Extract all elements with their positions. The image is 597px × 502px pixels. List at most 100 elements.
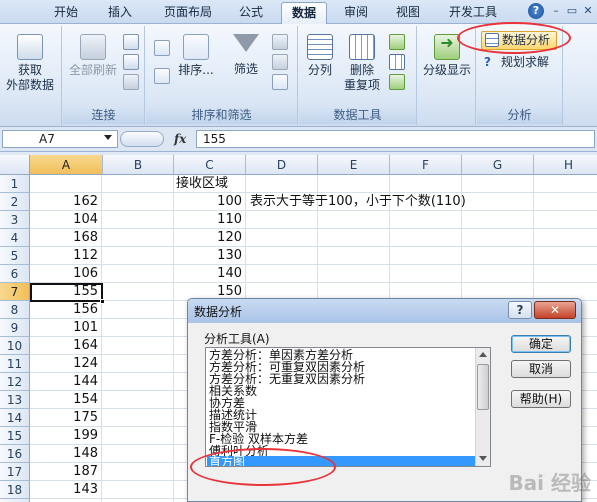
insert-function-icon[interactable]: fx bbox=[174, 132, 186, 146]
edit-links-icon[interactable] bbox=[123, 74, 139, 90]
cell-c2[interactable]: 100 bbox=[174, 193, 246, 211]
cell-c5[interactable]: 130 bbox=[174, 247, 246, 265]
dialog-title-bar[interactable]: 数据分析 ? ✕ bbox=[188, 299, 581, 323]
cell-a2[interactable]: 162 bbox=[30, 193, 102, 211]
row-header[interactable]: 5 bbox=[0, 247, 30, 265]
list-scrollbar[interactable] bbox=[475, 348, 490, 466]
clear-filter-icon[interactable] bbox=[272, 34, 288, 50]
tab-formulas[interactable]: 公式 bbox=[229, 2, 273, 24]
cell-a14[interactable]: 175 bbox=[30, 409, 102, 427]
ok-button[interactable]: 确定 bbox=[511, 335, 571, 353]
outline-button[interactable]: ➜ 分级显示 bbox=[420, 34, 474, 78]
remove-duplicates-button[interactable]: 删除 重复项 bbox=[341, 34, 383, 93]
cell-a16[interactable]: 148 bbox=[30, 445, 102, 463]
column-header-c[interactable]: C bbox=[174, 155, 246, 175]
cancel-button[interactable]: 取消 bbox=[511, 360, 571, 378]
row-header[interactable]: 9 bbox=[0, 319, 30, 337]
tab-insert[interactable]: 插入 bbox=[98, 2, 142, 24]
row-header[interactable]: 6 bbox=[0, 265, 30, 283]
row-header[interactable]: 15 bbox=[0, 427, 30, 445]
row-header[interactable]: 2 bbox=[0, 193, 30, 211]
name-box[interactable]: A7 bbox=[2, 130, 118, 148]
row-header[interactable]: 4 bbox=[0, 229, 30, 247]
row-header[interactable]: 10 bbox=[0, 337, 30, 355]
column-header-a[interactable]: A bbox=[30, 155, 103, 175]
row-header[interactable]: 8 bbox=[0, 301, 30, 319]
text-to-columns-button[interactable]: 分列 bbox=[301, 34, 339, 78]
formula-input[interactable]: 155 bbox=[196, 130, 595, 148]
close-icon[interactable]: ✕ bbox=[580, 3, 596, 19]
fill-handle[interactable] bbox=[100, 299, 105, 304]
select-all-corner[interactable] bbox=[0, 155, 30, 175]
cell-a3[interactable]: 104 bbox=[30, 211, 102, 229]
minimize-icon[interactable]: – bbox=[548, 3, 564, 19]
dialog-close-icon[interactable]: ✕ bbox=[534, 301, 576, 319]
cell-a13[interactable]: 154 bbox=[30, 391, 102, 409]
reapply-icon[interactable] bbox=[272, 54, 288, 70]
formula-bar-toggle[interactable] bbox=[120, 131, 164, 147]
cell-a12[interactable]: 144 bbox=[30, 373, 102, 391]
row-header[interactable]: 13 bbox=[0, 391, 30, 409]
column-header-b[interactable]: B bbox=[103, 155, 174, 175]
row-header-selected[interactable]: 7 bbox=[0, 283, 30, 301]
column-header-e[interactable]: E bbox=[318, 155, 390, 175]
list-item-selected[interactable]: 直方图 bbox=[207, 456, 475, 466]
data-validation-icon[interactable] bbox=[389, 34, 405, 50]
scroll-up-icon[interactable] bbox=[479, 352, 487, 357]
column-header-h[interactable]: H bbox=[534, 155, 597, 175]
row-header[interactable]: 1 bbox=[0, 175, 30, 193]
cell-a10[interactable]: 164 bbox=[30, 337, 102, 355]
sort-button[interactable]: 排序... bbox=[176, 34, 216, 78]
cell-c6[interactable]: 140 bbox=[174, 265, 246, 283]
tab-page-layout[interactable]: 页面布局 bbox=[155, 2, 221, 24]
cell-a6[interactable]: 106 bbox=[30, 265, 102, 283]
solver-button[interactable]: ? 规划求解 bbox=[481, 54, 557, 72]
cell-a8[interactable]: 156 bbox=[30, 301, 102, 319]
cell-a15[interactable]: 199 bbox=[30, 427, 102, 445]
column-header-f[interactable]: F bbox=[390, 155, 462, 175]
scroll-down-icon[interactable] bbox=[479, 456, 487, 461]
column-header-g[interactable]: G bbox=[462, 155, 534, 175]
row-header[interactable]: 17 bbox=[0, 463, 30, 481]
tab-home[interactable]: 开始 bbox=[44, 2, 88, 24]
tab-developer[interactable]: 开发工具 bbox=[440, 2, 506, 24]
row-header[interactable]: 14 bbox=[0, 409, 30, 427]
cell-c1[interactable]: 接收区域 bbox=[176, 175, 228, 193]
get-external-data-button[interactable]: 获取 外部数据 bbox=[2, 34, 58, 93]
row-header[interactable]: 11 bbox=[0, 355, 30, 373]
what-if-analysis-icon[interactable] bbox=[389, 74, 405, 90]
help-icon[interactable]: ? bbox=[528, 3, 544, 19]
cell-a9[interactable]: 101 bbox=[30, 319, 102, 337]
tab-data[interactable]: 数据 bbox=[281, 2, 327, 24]
cell-c3[interactable]: 110 bbox=[174, 211, 246, 229]
filter-button[interactable]: 筛选 bbox=[226, 34, 266, 77]
tab-view[interactable]: 视图 bbox=[388, 2, 428, 24]
cell-a4[interactable]: 168 bbox=[30, 229, 102, 247]
tab-review[interactable]: 审阅 bbox=[336, 2, 376, 24]
sort-descending-icon[interactable] bbox=[154, 68, 170, 84]
help-button[interactable]: 帮助(H) bbox=[511, 390, 571, 408]
cell-c4[interactable]: 120 bbox=[174, 229, 246, 247]
row-header[interactable]: 18 bbox=[0, 481, 30, 499]
properties-icon[interactable] bbox=[123, 54, 139, 70]
cell-a11[interactable]: 124 bbox=[30, 355, 102, 373]
row-header[interactable]: 12 bbox=[0, 373, 30, 391]
row-header[interactable]: 3 bbox=[0, 211, 30, 229]
cell-a17[interactable]: 187 bbox=[30, 463, 102, 481]
column-header-d[interactable]: D bbox=[246, 155, 318, 175]
connections-icon[interactable] bbox=[123, 34, 139, 50]
consolidate-icon[interactable] bbox=[389, 54, 405, 70]
refresh-all-button[interactable]: 全部刷新 bbox=[65, 34, 121, 78]
row-header[interactable]: 16 bbox=[0, 445, 30, 463]
dialog-help-icon[interactable]: ? bbox=[508, 301, 532, 319]
cell-a5[interactable]: 112 bbox=[30, 247, 102, 265]
cell-a18[interactable]: 143 bbox=[30, 481, 102, 499]
restore-icon[interactable]: ▭ bbox=[564, 3, 580, 19]
name-box-dropdown-icon[interactable] bbox=[104, 135, 112, 140]
advanced-filter-icon[interactable] bbox=[272, 74, 288, 90]
sort-ascending-icon[interactable] bbox=[154, 40, 170, 56]
cell-d2[interactable]: 表示大于等于100，小于下个数(110) bbox=[250, 193, 466, 211]
analysis-tools-list[interactable]: 方差分析：单因素方差分析 方差分析：可重复双因素分析 方差分析：无重复双因素分析… bbox=[205, 347, 491, 467]
scroll-thumb[interactable] bbox=[477, 364, 489, 410]
data-analysis-button[interactable]: 数据分析 bbox=[481, 31, 557, 50]
